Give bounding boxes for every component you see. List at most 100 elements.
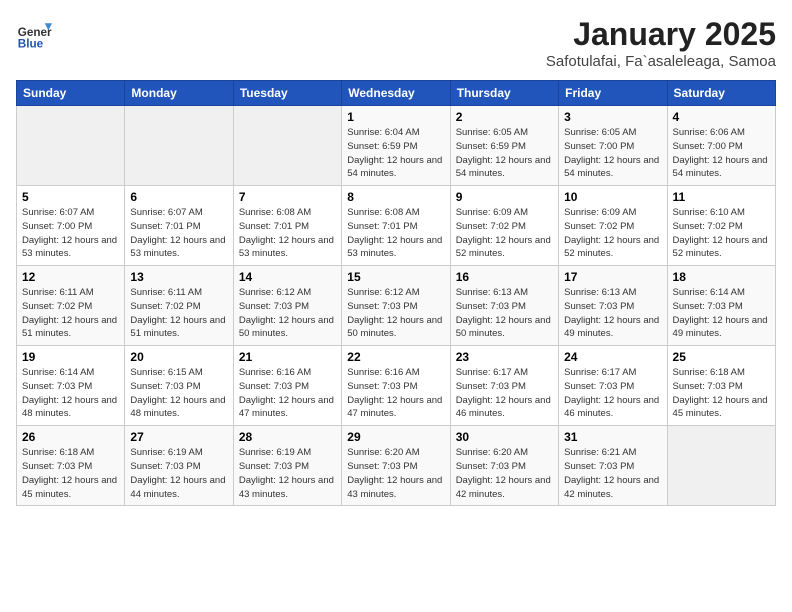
day-number: 28 <box>239 430 336 444</box>
calendar-cell: 2 Sunrise: 6:05 AM Sunset: 6:59 PM Daylig… <box>450 106 558 186</box>
day-info: Sunrise: 6:09 AM Sunset: 7:02 PM Dayligh… <box>456 206 553 261</box>
calendar-cell: 10 Sunrise: 6:09 AM Sunset: 7:02 PM Dayli… <box>559 186 667 266</box>
calendar-cell: 20Sunrise: 6:15 AM Sunset: 7:03 PM Dayli… <box>125 346 233 426</box>
day-info: Sunrise: 6:19 AM Sunset: 7:03 PM Dayligh… <box>239 446 336 501</box>
calendar-cell: 31Sunrise: 6:21 AM Sunset: 7:03 PM Dayli… <box>559 426 667 506</box>
calendar-cell <box>233 106 341 186</box>
calendar-cell: 4Sunrise: 6:06 AM Sunset: 7:00 PM Daylig… <box>667 106 775 186</box>
svg-text:Blue: Blue <box>18 38 44 51</box>
day-info: Sunrise: 6:14 AM Sunset: 7:03 PM Dayligh… <box>673 286 770 341</box>
weekday-header-sunday: Sunday <box>17 81 125 106</box>
day-info: Sunrise: 6:17 AM Sunset: 7:03 PM Dayligh… <box>564 366 661 421</box>
day-info: Sunrise: 6:04 AM Sunset: 6:59 PM Dayligh… <box>347 126 444 181</box>
logo-icon: General Blue <box>16 16 52 52</box>
calendar-cell: 9Sunrise: 6:09 AM Sunset: 7:02 PM Daylig… <box>450 186 558 266</box>
calendar-table: SundayMondayTuesdayWednesdayThursdayFrid… <box>16 80 776 506</box>
calendar-cell <box>125 106 233 186</box>
calendar-cell: 28 Sunrise: 6:19 AM Sunset: 7:03 PM Dayli… <box>233 426 341 506</box>
calendar-cell: 15 Sunrise: 6:12 AM Sunset: 7:03 PM Dayli… <box>342 266 450 346</box>
calendar-cell: 23 Sunrise: 6:17 AM Sunset: 7:03 PM Dayli… <box>450 346 558 426</box>
day-number: 26 <box>22 430 119 444</box>
calendar-cell: 29 Sunrise: 6:20 AM Sunset: 7:03 PM Dayli… <box>342 426 450 506</box>
day-info: Sunrise: 6:19 AM Sunset: 7:03 PM Dayligh… <box>130 446 227 501</box>
day-info: Sunrise: 6:16 AM Sunset: 7:03 PM Dayligh… <box>347 366 444 421</box>
day-info: Sunrise: 6:13 AM Sunset: 7:03 PM Dayligh… <box>564 286 661 341</box>
calendar-cell: 13 Sunrise: 6:11 AM Sunset: 7:02 PM Dayli… <box>125 266 233 346</box>
day-number: 4 <box>673 110 770 124</box>
logo: General Blue <box>16 16 56 52</box>
day-number: 27 <box>130 430 227 444</box>
day-info: Sunrise: 6:07 AM Sunset: 7:00 PM Dayligh… <box>22 206 119 261</box>
calendar-cell: 26Sunrise: 6:18 AM Sunset: 7:03 PM Dayli… <box>17 426 125 506</box>
calendar-week-row: 5 Sunrise: 6:07 AM Sunset: 7:00 PM Daylig… <box>17 186 776 266</box>
day-info: Sunrise: 6:16 AM Sunset: 7:03 PM Dayligh… <box>239 366 336 421</box>
day-number: 29 <box>347 430 444 444</box>
day-number: 10 <box>564 190 661 204</box>
calendar-cell: 12 Sunrise: 6:11 AM Sunset: 7:02 PM Dayli… <box>17 266 125 346</box>
calendar-cell: 22 Sunrise: 6:16 AM Sunset: 7:03 PM Dayli… <box>342 346 450 426</box>
calendar-cell: 24Sunrise: 6:17 AM Sunset: 7:03 PM Dayli… <box>559 346 667 426</box>
day-number: 5 <box>22 190 119 204</box>
day-info: Sunrise: 6:11 AM Sunset: 7:02 PM Dayligh… <box>130 286 227 341</box>
day-number: 18 <box>673 270 770 284</box>
weekday-header-row: SundayMondayTuesdayWednesdayThursdayFrid… <box>17 81 776 106</box>
day-info: Sunrise: 6:05 AM Sunset: 6:59 PM Dayligh… <box>456 126 553 181</box>
day-info: Sunrise: 6:11 AM Sunset: 7:02 PM Dayligh… <box>22 286 119 341</box>
calendar-week-row: 26Sunrise: 6:18 AM Sunset: 7:03 PM Dayli… <box>17 426 776 506</box>
weekday-header-wednesday: Wednesday <box>342 81 450 106</box>
day-number: 6 <box>130 190 227 204</box>
day-info: Sunrise: 6:21 AM Sunset: 7:03 PM Dayligh… <box>564 446 661 501</box>
day-number: 12 <box>22 270 119 284</box>
weekday-header-thursday: Thursday <box>450 81 558 106</box>
day-number: 30 <box>456 430 553 444</box>
day-number: 22 <box>347 350 444 364</box>
calendar-subtitle: Safotulafai, Fa`asaleleaga, Samoa <box>546 53 776 70</box>
day-info: Sunrise: 6:08 AM Sunset: 7:01 PM Dayligh… <box>239 206 336 261</box>
day-number: 20 <box>130 350 227 364</box>
day-number: 8 <box>347 190 444 204</box>
calendar-cell: 25 Sunrise: 6:18 AM Sunset: 7:03 PM Dayli… <box>667 346 775 426</box>
calendar-cell: 18 Sunrise: 6:14 AM Sunset: 7:03 PM Dayli… <box>667 266 775 346</box>
day-number: 15 <box>347 270 444 284</box>
calendar-cell: 6Sunrise: 6:07 AM Sunset: 7:01 PM Daylig… <box>125 186 233 266</box>
calendar-cell: 7 Sunrise: 6:08 AM Sunset: 7:01 PM Daylig… <box>233 186 341 266</box>
day-info: Sunrise: 6:08 AM Sunset: 7:01 PM Dayligh… <box>347 206 444 261</box>
day-number: 19 <box>22 350 119 364</box>
day-number: 1 <box>347 110 444 124</box>
calendar-cell: 16Sunrise: 6:13 AM Sunset: 7:03 PM Dayli… <box>450 266 558 346</box>
calendar-week-row: 1 Sunrise: 6:04 AM Sunset: 6:59 PM Daylig… <box>17 106 776 186</box>
day-info: Sunrise: 6:20 AM Sunset: 7:03 PM Dayligh… <box>456 446 553 501</box>
calendar-cell: 27 Sunrise: 6:19 AM Sunset: 7:03 PM Dayli… <box>125 426 233 506</box>
calendar-cell: 5 Sunrise: 6:07 AM Sunset: 7:00 PM Daylig… <box>17 186 125 266</box>
calendar-cell <box>17 106 125 186</box>
weekday-header-saturday: Saturday <box>667 81 775 106</box>
day-number: 23 <box>456 350 553 364</box>
calendar-cell: 17 Sunrise: 6:13 AM Sunset: 7:03 PM Dayli… <box>559 266 667 346</box>
day-info: Sunrise: 6:09 AM Sunset: 7:02 PM Dayligh… <box>564 206 661 261</box>
day-info: Sunrise: 6:17 AM Sunset: 7:03 PM Dayligh… <box>456 366 553 421</box>
title-block: January 2025 Safotulafai, Fa`asaleleaga,… <box>546 16 776 70</box>
day-number: 13 <box>130 270 227 284</box>
calendar-cell: 11 Sunrise: 6:10 AM Sunset: 7:02 PM Dayli… <box>667 186 775 266</box>
day-info: Sunrise: 6:12 AM Sunset: 7:03 PM Dayligh… <box>239 286 336 341</box>
weekday-header-friday: Friday <box>559 81 667 106</box>
calendar-week-row: 12 Sunrise: 6:11 AM Sunset: 7:02 PM Dayli… <box>17 266 776 346</box>
day-info: Sunrise: 6:13 AM Sunset: 7:03 PM Dayligh… <box>456 286 553 341</box>
day-info: Sunrise: 6:10 AM Sunset: 7:02 PM Dayligh… <box>673 206 770 261</box>
day-number: 2 <box>456 110 553 124</box>
day-number: 11 <box>673 190 770 204</box>
day-info: Sunrise: 6:20 AM Sunset: 7:03 PM Dayligh… <box>347 446 444 501</box>
day-number: 17 <box>564 270 661 284</box>
calendar-cell: 1 Sunrise: 6:04 AM Sunset: 6:59 PM Daylig… <box>342 106 450 186</box>
calendar-cell: 14 Sunrise: 6:12 AM Sunset: 7:03 PM Dayli… <box>233 266 341 346</box>
calendar-cell: 21 Sunrise: 6:16 AM Sunset: 7:03 PM Dayli… <box>233 346 341 426</box>
day-info: Sunrise: 6:05 AM Sunset: 7:00 PM Dayligh… <box>564 126 661 181</box>
day-info: Sunrise: 6:14 AM Sunset: 7:03 PM Dayligh… <box>22 366 119 421</box>
day-number: 25 <box>673 350 770 364</box>
day-number: 21 <box>239 350 336 364</box>
day-info: Sunrise: 6:12 AM Sunset: 7:03 PM Dayligh… <box>347 286 444 341</box>
day-number: 14 <box>239 270 336 284</box>
calendar-cell: 30 Sunrise: 6:20 AM Sunset: 7:03 PM Dayli… <box>450 426 558 506</box>
day-number: 7 <box>239 190 336 204</box>
day-info: Sunrise: 6:18 AM Sunset: 7:03 PM Dayligh… <box>673 366 770 421</box>
